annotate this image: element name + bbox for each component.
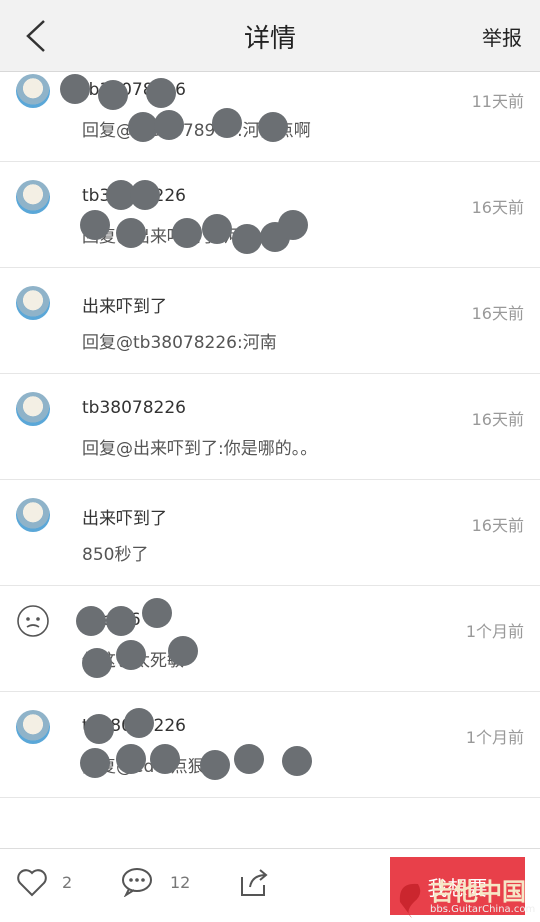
comment-text: 回复@出来吓到了:你是哪的。。	[82, 439, 318, 459]
redaction-blob	[232, 224, 262, 254]
comment-time: 16天前	[471, 198, 524, 217]
comment-time: 16天前	[471, 304, 524, 323]
redaction-blob	[124, 708, 154, 738]
comment-time: 16天前	[471, 516, 524, 535]
avatar[interactable]	[16, 74, 50, 108]
redaction-blob	[80, 210, 110, 240]
comment-item[interactable]: user56 你这也太死敏 1个月前	[0, 586, 540, 692]
watermark-text: 吉他中国	[430, 878, 526, 906]
redaction-blob	[278, 210, 308, 240]
redaction-blob	[168, 636, 198, 666]
avatar[interactable]	[16, 392, 50, 426]
redaction-blob	[76, 606, 106, 636]
heart-icon[interactable]	[16, 867, 48, 897]
top-bar: 详情 举报	[0, 0, 540, 72]
comment-time: 11天前	[471, 92, 524, 111]
redaction-blob	[142, 598, 172, 628]
page-title: 详情	[243, 24, 296, 54]
redaction-blob	[116, 744, 146, 774]
share-icon[interactable]	[238, 867, 270, 897]
avatar[interactable]	[16, 604, 50, 638]
redaction-blob	[282, 746, 312, 776]
comment-icon[interactable]	[120, 867, 154, 897]
comment-item[interactable]: tb38078226 回复@出来吓到了:河南点 16天前	[0, 162, 540, 268]
comment-item[interactable]: 出来吓到了 回复@tb38078226:河南 16天前	[0, 268, 540, 374]
like-count: 2	[62, 873, 73, 892]
comment-item[interactable]: 出来吓到了 850秒了 16天前	[0, 480, 540, 586]
comment-author[interactable]: tb38078226	[82, 398, 186, 418]
redaction-blob	[150, 744, 180, 774]
comment-item[interactable]: tb38078226 回复@ed4:点狠 1个月前	[0, 692, 540, 798]
redaction-blob	[146, 78, 176, 108]
redaction-blob	[258, 112, 288, 142]
redaction-blob	[116, 640, 146, 670]
redaction-blob	[116, 218, 146, 248]
comment-author[interactable]: 出来吓到了	[82, 504, 167, 529]
redaction-blob	[80, 748, 110, 778]
redaction-blob	[172, 218, 202, 248]
redaction-blob	[212, 108, 242, 138]
comment-item[interactable]: tb38078226 回复@出来吓到了:你是哪的。。 16天前	[0, 374, 540, 480]
comment-time: 1个月前	[465, 728, 524, 747]
report-button[interactable]: 举报	[482, 22, 522, 51]
redaction-blob	[234, 744, 264, 774]
comment-time: 1个月前	[465, 622, 524, 641]
redaction-blob	[60, 74, 90, 104]
redaction-blob	[200, 750, 230, 780]
comment-item[interactable]: tb38078226 回复@tb38078900:河南点啊 11天前	[0, 72, 540, 162]
comment-time: 16天前	[471, 410, 524, 429]
redaction-blob	[154, 110, 184, 140]
redaction-blob	[84, 714, 114, 744]
comment-author[interactable]: 出来吓到了	[82, 292, 167, 317]
redaction-blob	[98, 80, 128, 110]
comment-count: 12	[170, 873, 191, 892]
comment-list: tb38078226 回复@tb38078900:河南点啊 11天前 tb380…	[0, 72, 540, 798]
avatar[interactable]	[16, 498, 50, 532]
avatar[interactable]	[16, 286, 50, 320]
watermark-url: bbs.GuitarChina.com	[430, 904, 536, 915]
comment-text: 回复@tb38078226:河南	[82, 333, 277, 353]
redaction-blob	[106, 606, 136, 636]
redaction-blob	[202, 214, 232, 244]
avatar[interactable]	[16, 710, 50, 744]
redaction-blob	[130, 180, 160, 210]
avatar[interactable]	[16, 180, 50, 214]
comment-text: 850秒了	[82, 545, 149, 565]
redaction-blob	[82, 648, 112, 678]
